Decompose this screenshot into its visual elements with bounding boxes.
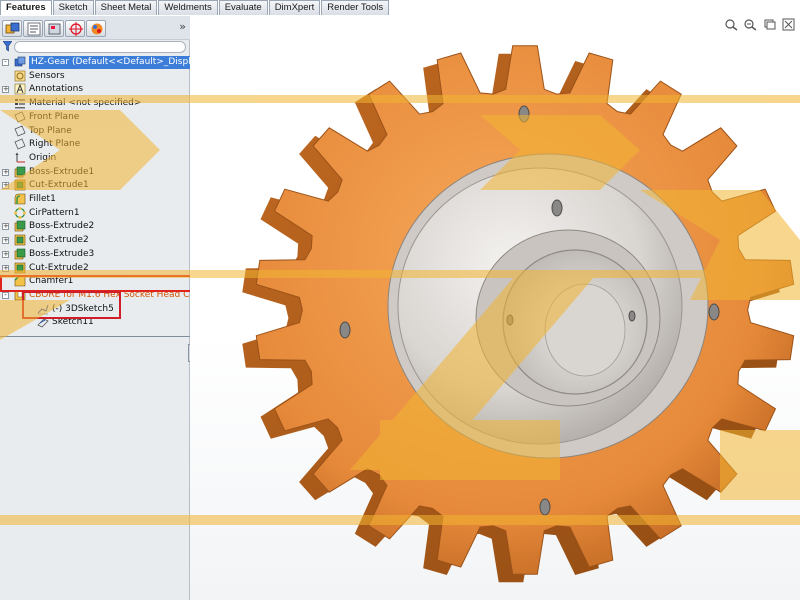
fillet-icon xyxy=(14,193,26,205)
tab-sketch[interactable]: Sketch xyxy=(52,0,94,15)
tree-item-label: Top Plane xyxy=(29,125,72,136)
tree-item-label: Boss-Extrude2 xyxy=(29,221,95,232)
tree-item[interactable]: + Cut-Extrude2 xyxy=(0,234,190,247)
tree-item[interactable]: - HZ-Gear (Default<<Default>_Displa xyxy=(0,56,199,69)
tab-dimxpert[interactable]: DimXpert xyxy=(268,0,321,15)
tree-expander[interactable]: + xyxy=(2,86,9,94)
plane-icon xyxy=(14,124,26,137)
tree-item-label: Material <not specified> xyxy=(29,98,142,109)
circular-pattern-icon xyxy=(14,206,26,219)
filter-row xyxy=(0,40,190,54)
bore-inner xyxy=(544,283,626,377)
tab-weldments[interactable]: Weldments xyxy=(158,0,218,15)
boss-extrude-icon xyxy=(14,166,26,178)
tree-item[interactable]: + Annotations xyxy=(0,83,190,96)
close-window-icon[interactable] xyxy=(781,18,796,31)
tree-item-label: Fillet1 xyxy=(29,194,56,204)
tree-expander[interactable]: + xyxy=(2,182,9,190)
tree-item[interactable]: Front Plane xyxy=(0,111,190,124)
highlight-box-sketches xyxy=(22,291,121,319)
tree-item-label: Annotations xyxy=(29,84,84,95)
tree-expander[interactable]: + xyxy=(2,223,9,231)
boss-extrude-icon xyxy=(14,220,26,232)
panel-toolbar: » xyxy=(0,16,190,40)
tree-expander[interactable]: - xyxy=(2,59,9,66)
tree-expander[interactable]: + xyxy=(2,237,9,245)
tree-item[interactable]: CirPattern1 xyxy=(0,206,190,220)
tab-strip: Features Sketch Sheet Metal Weldments Evalua… xyxy=(0,0,390,15)
part-icon xyxy=(14,56,26,68)
panel-more-button[interactable]: » xyxy=(179,20,186,33)
graphics-area[interactable] xyxy=(190,16,800,600)
plane-icon xyxy=(14,138,26,150)
cut-extrude-icon xyxy=(14,234,26,246)
tree-expander[interactable]: + xyxy=(2,250,9,258)
highlight-box-hole-feature xyxy=(0,275,192,292)
tab-features[interactable]: Features xyxy=(0,0,52,15)
tree-item[interactable]: + Boss-Extrude2 xyxy=(0,220,190,233)
tab-evaluate[interactable]: Evaluate xyxy=(218,0,268,15)
tree-item-label: Origin xyxy=(29,152,57,163)
tree-item-label: Front Plane xyxy=(29,111,80,122)
tree-item-label: Cut-Extrude2 xyxy=(29,262,89,273)
tab-render-tools[interactable]: Render Tools xyxy=(321,0,390,15)
tree-item-label: Cut-Extrude1 xyxy=(29,180,89,191)
tree-item-label: Sensors xyxy=(29,70,65,81)
tree-item[interactable]: + Cut-Extrude2 xyxy=(0,262,190,275)
tree-item-label: Right Plane xyxy=(29,139,81,150)
boss-extrude-icon xyxy=(14,248,26,260)
tree-item[interactable]: + Boss-Extrude1 xyxy=(0,166,190,179)
view-toolbar xyxy=(724,18,796,31)
display-manager-icon[interactable] xyxy=(86,20,106,37)
tree-item[interactable]: Sensors xyxy=(0,70,190,83)
cut-extrude-icon xyxy=(14,262,26,274)
restore-window-icon[interactable] xyxy=(762,18,777,31)
configuration-manager-icon[interactable] xyxy=(44,20,64,37)
annotations-icon xyxy=(14,83,26,95)
tree-item[interactable]: Material <not specified> xyxy=(0,97,190,110)
zoom-area-icon[interactable] xyxy=(743,18,758,31)
material-icon xyxy=(14,97,26,109)
tree-item[interactable]: Right Plane xyxy=(0,138,190,151)
tree-item-label: CirPattern1 xyxy=(29,207,80,218)
cut-extrude-icon xyxy=(14,179,26,191)
tree-item[interactable]: + Cut-Extrude1 xyxy=(0,179,190,192)
tree-item[interactable]: + Boss-Extrude3 xyxy=(0,248,190,261)
origin-icon xyxy=(14,152,26,164)
filter-input[interactable] xyxy=(14,41,186,53)
tree-item-label: Boss-Extrude3 xyxy=(29,248,95,259)
filter-icon[interactable] xyxy=(3,41,12,52)
tree-item[interactable]: Top Plane xyxy=(0,124,190,138)
zoom-to-fit-icon[interactable] xyxy=(724,18,739,31)
tree-item[interactable]: Fillet1 xyxy=(0,193,190,206)
plane-icon xyxy=(14,111,26,123)
feature-manager-icon[interactable] xyxy=(2,20,22,37)
property-manager-icon[interactable] xyxy=(23,20,43,37)
tree-item[interactable]: Origin xyxy=(0,152,190,165)
tree-item-label: HZ-Gear (Default<<Default>_Displa xyxy=(29,56,199,69)
tab-sheet-metal[interactable]: Sheet Metal xyxy=(94,0,158,15)
sensors-icon xyxy=(14,70,26,82)
sprocket-model[interactable] xyxy=(190,16,800,600)
tree-expander[interactable]: + xyxy=(2,264,9,272)
tree-item-label: Boss-Extrude1 xyxy=(29,166,95,177)
tree-expander[interactable]: - xyxy=(2,291,9,299)
dimxpert-manager-icon[interactable] xyxy=(65,20,85,37)
tree-item-label: Cut-Extrude2 xyxy=(29,235,89,246)
tree-expander[interactable]: + xyxy=(2,168,9,176)
command-manager-tabs: Features Sketch Sheet Metal Weldments Evalua… xyxy=(0,0,800,16)
tree-divider xyxy=(0,336,190,337)
